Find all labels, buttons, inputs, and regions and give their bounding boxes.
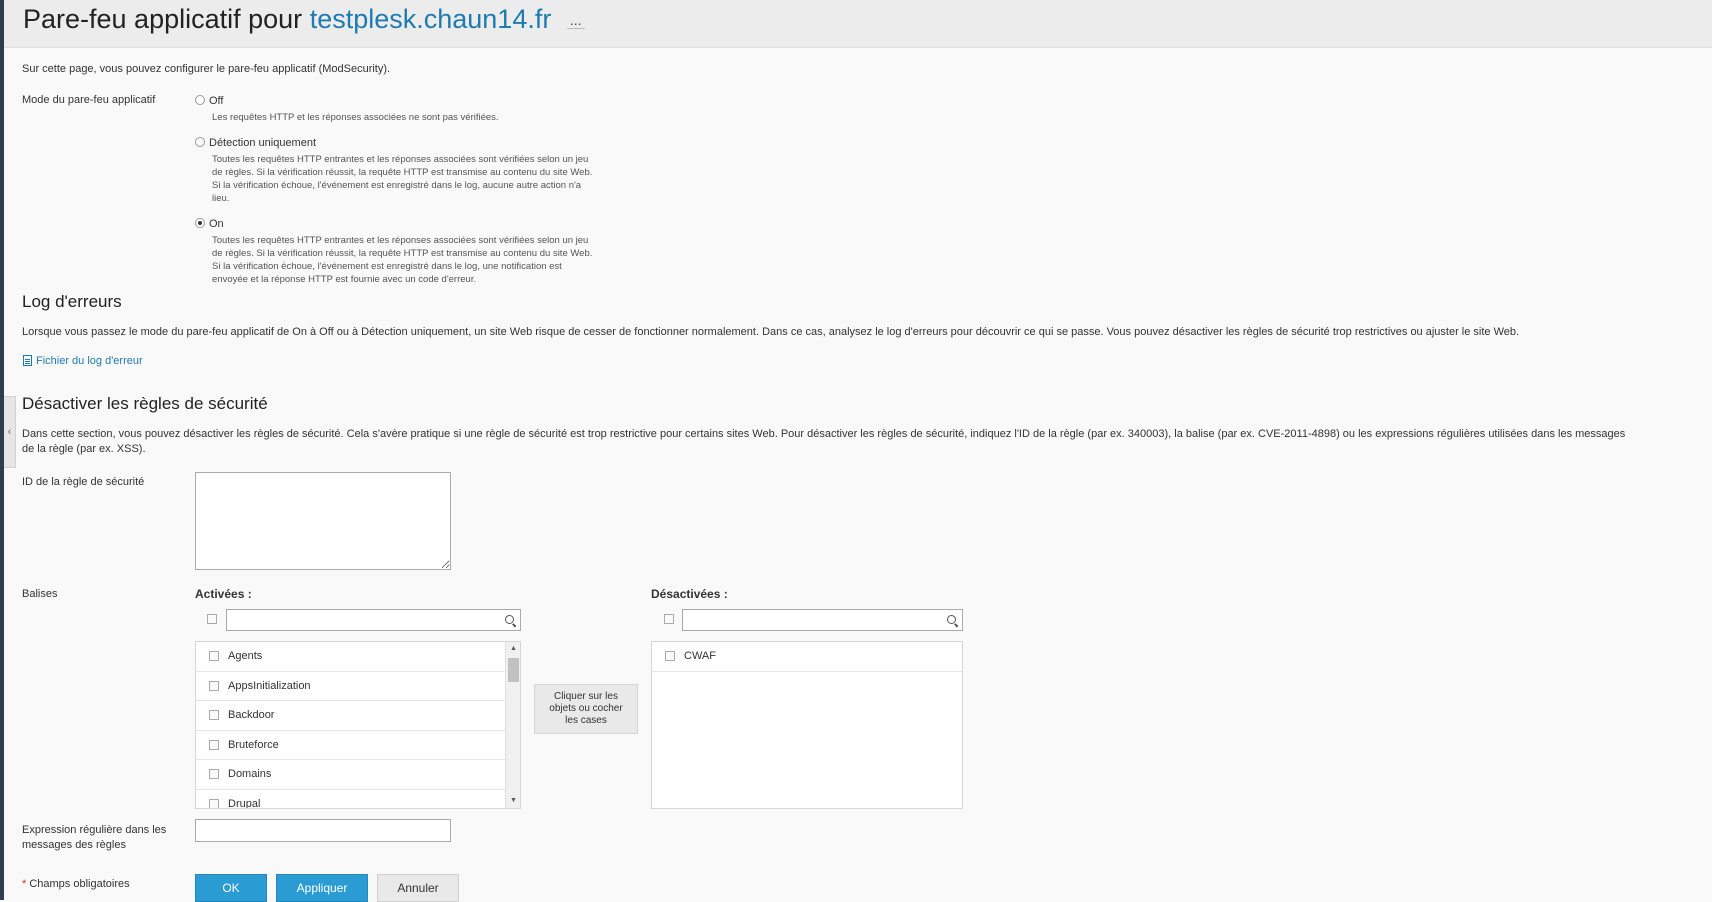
radio-detection-label: Détection uniquement [209,137,317,149]
enabled-tags-list: Agents AppsInitialization Backdoor Brute… [195,641,521,809]
radio-on-label: On [209,218,224,230]
list-item[interactable]: Drupal [196,790,520,809]
radio-detection-desc-line: lieu. [212,193,230,204]
tag-checkbox[interactable] [209,769,219,780]
radio-off-desc-line: Les requêtes HTTP et les réponses associ… [212,112,499,123]
list-item[interactable]: Backdoor [196,701,520,731]
enabled-search-input[interactable] [227,610,520,630]
radio-detection-description: Toutes les requêtes HTTP entrantes et le… [212,153,617,205]
disabled-search-box[interactable] [682,609,963,631]
tag-checkbox[interactable] [209,651,219,662]
radio-on-desc-line: de règles. Si la vérification réussit, l… [212,248,593,259]
radio-on-description: Toutes les requêtes HTTP entrantes et le… [212,234,617,286]
radio-off[interactable] [195,94,205,105]
error-log-link-row[interactable]: Fichier du log d'erreur [23,353,143,367]
radio-on-desc-line: Si la vérification échoue, l'événement e… [212,261,562,272]
more-actions-button[interactable]: ... [566,12,585,30]
tag-label: Bruteforce [228,738,279,751]
disable-rules-text: Dans cette section, vous pouvez désactiv… [22,427,1710,457]
enabled-select-all-checkbox[interactable] [207,614,217,624]
list-item[interactable]: Domains [196,760,520,790]
enabled-tags-heading: Activées : [195,587,252,601]
required-fields-note: * Champs obligatoires [22,878,130,890]
file-icon [23,355,32,367]
tag-label: Drupal [228,797,261,809]
error-log-file-link[interactable]: Fichier du log d'erreur [36,355,143,367]
list-item[interactable]: Agents [196,642,520,672]
error-log-text: Lorsque vous passez le mode du pare-feu … [22,326,1520,338]
disable-rules-title: Désactiver les règles de sécurité [22,394,268,413]
domain-name[interactable]: testplesk.chaun14.fr [310,4,552,34]
radio-detection-desc-line: Si la vérification échoue, l'événement e… [212,180,582,191]
regex-label: Expression régulière dans les messages d… [22,823,166,853]
tag-checkbox[interactable] [209,680,219,691]
radio-on[interactable] [195,217,205,228]
tag-checkbox[interactable] [209,710,219,721]
rule-id-textarea[interactable] [195,472,451,570]
radio-off-description: Les requêtes HTTP et les réponses associ… [212,111,617,124]
disabled-tags-list: CWAF [651,641,963,809]
radio-detection-desc-line: de règles. Si la vérification réussit, l… [212,167,593,178]
scroll-up-arrow-icon[interactable]: ▲ [506,642,520,656]
chevron-left-icon: ‹ [7,426,12,438]
move-tags-button[interactable]: Cliquer sur les objets ou cocher les cas… [534,684,638,734]
rule-id-label: ID de la règle de sécurité [22,476,145,488]
list-item[interactable]: Bruteforce [196,731,520,760]
disabled-search-input[interactable] [683,610,962,630]
disable-rules-text-line: Dans cette section, vous pouvez désactiv… [22,428,1626,440]
radio-detection[interactable] [195,136,205,147]
intro-text: Sur cette page, vous pouvez configurer l… [22,63,391,75]
error-log-title: Log d'erreurs [22,292,122,311]
apply-button[interactable]: Appliquer [276,874,368,902]
radio-on-desc-line: envoyée et la réponse HTTP est fournie a… [212,274,477,285]
tag-label: Backdoor [228,709,275,722]
tag-checkbox[interactable] [665,651,675,662]
list-item[interactable]: AppsInitialization [196,672,520,701]
enabled-list-scrollbar[interactable]: ▲ ▼ [505,642,520,808]
list-item[interactable]: CWAF [652,642,962,672]
tag-label: CWAF [684,650,716,663]
radio-option-detection[interactable]: Détection uniquement [195,135,316,149]
page-title-prefix: Pare-feu applicatif pour [23,4,303,34]
search-icon[interactable] [505,615,514,624]
radio-option-off[interactable]: Off [195,93,223,107]
tag-label: Agents [228,650,263,663]
tag-label: Domains [228,768,272,781]
disabled-tags-heading: Désactivées : [651,587,728,601]
enabled-search-box[interactable] [226,609,521,631]
radio-option-on[interactable]: On [195,216,224,230]
disabled-select-all-checkbox[interactable] [664,614,674,624]
search-icon[interactable] [947,615,956,624]
disable-rules-text-line: de la règle (par ex. XSS). [22,443,146,455]
tag-checkbox[interactable] [209,798,219,808]
page-title: Pare-feu applicatif pour testplesk.chaun… [23,4,585,35]
scroll-down-arrow-icon[interactable]: ▼ [506,794,520,808]
tag-checkbox[interactable] [209,739,219,750]
scroll-thumb[interactable] [508,658,519,682]
regex-input[interactable] [195,819,451,842]
regex-label-line: Expression régulière dans les [22,824,167,836]
regex-label-line: messages des règles [22,839,126,851]
cancel-button[interactable]: Annuler [377,874,459,902]
page-header: Pare-feu applicatif pour testplesk.chaun… [4,0,1712,48]
radio-off-label: Off [209,95,224,107]
required-star: * [22,878,27,890]
required-fields-label: Champs obligatoires [29,878,130,890]
radio-on-desc-line: Toutes les requêtes HTTP entrantes et le… [212,235,589,246]
collapse-sidebar-handle[interactable]: ‹ [4,396,16,468]
ok-button[interactable]: OK [195,874,267,902]
tags-label: Balises [22,588,58,600]
firewall-mode-label: Mode du pare-feu applicatif [22,94,156,106]
radio-detection-desc-line: Toutes les requêtes HTTP entrantes et le… [212,154,589,165]
tag-label: AppsInitialization [228,679,311,692]
